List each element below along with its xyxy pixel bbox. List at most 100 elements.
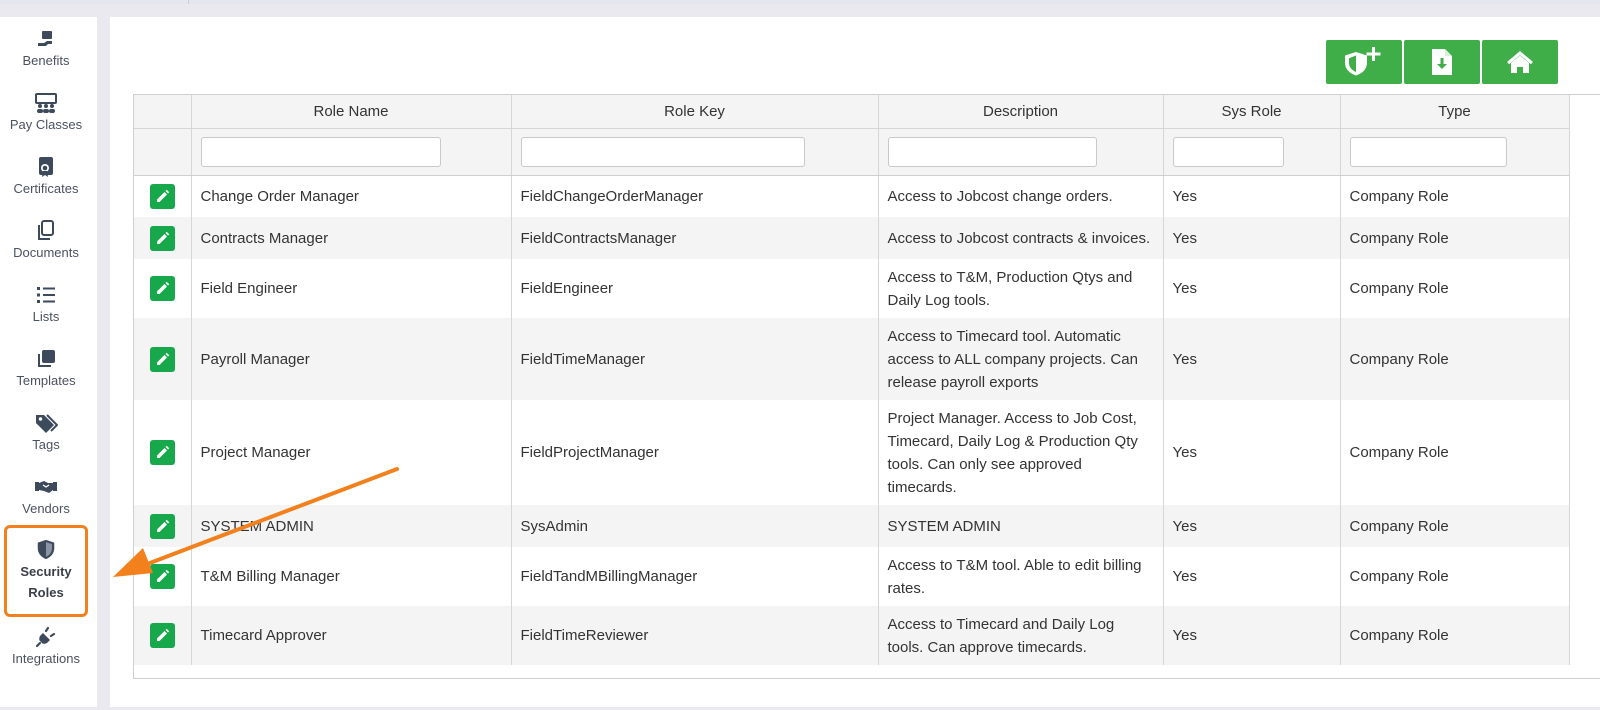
column-header-sys-role[interactable]: Sys Role (1163, 95, 1341, 129)
sidebar-item-lists[interactable]: Lists (0, 283, 92, 343)
table-row: SYSTEM ADMIN SysAdmin SYSTEM ADMIN Yes Compa… (134, 505, 1570, 547)
role-key-cell: FieldTandMBillingManager (511, 547, 879, 606)
filter-cell-empty (134, 128, 192, 176)
description-cell: Access to Jobcost contracts & invoices. (878, 217, 1164, 259)
edit-role-button[interactable] (149, 513, 175, 539)
edit-role-button[interactable] (149, 564, 175, 589)
table-row: Payroll Manager FieldTimeManager Access to… (134, 318, 1570, 400)
edit-role-button[interactable] (149, 276, 175, 301)
sidebar-item-label: Lists (32, 309, 60, 324)
role-name-cell: Timecard Approver (191, 606, 512, 665)
table-row: Project Manager FieldProjectManager Projec… (134, 400, 1570, 505)
description-cell: Access to Jobcost change orders. (878, 175, 1164, 217)
sidebar-item-label: Pay Classes (9, 117, 83, 132)
filter-cell (511, 128, 879, 176)
role-key-cell: FieldContractsManager (511, 217, 879, 259)
description-cell: Access to T&M, Production Qtys and Daily… (878, 259, 1164, 318)
role-key-cell: FieldTimeManager (511, 318, 879, 400)
role-key-cell: FieldEngineer (511, 259, 879, 318)
type-cell: Company Role (1340, 547, 1570, 606)
sys-role-filter-input[interactable] (1172, 136, 1284, 167)
type-cell: Company Role (1340, 400, 1570, 505)
edit-cell (134, 400, 192, 505)
table-row: Contracts Manager FieldContractsManager Ac… (134, 217, 1570, 259)
type-cell: Company Role (1340, 606, 1570, 665)
sidebar-item-templates[interactable]: Templates (0, 347, 92, 407)
type-cell: Company Role (1340, 175, 1570, 217)
templates-icon (38, 350, 55, 367)
sidebar-item-label: Benefits (22, 53, 70, 68)
table-row: Timecard Approver FieldTimeReviewer Access… (134, 606, 1570, 665)
column-header-type[interactable]: Type (1340, 95, 1570, 129)
sidebar-item-pay-classes[interactable]: Pay Classes (0, 91, 92, 151)
role-name-filter-input[interactable] (200, 136, 441, 167)
header-row: Role Name Role Key Description Sys Role … (134, 95, 1570, 129)
role-key-filter-input[interactable] (520, 136, 805, 167)
tags-icon (36, 414, 58, 433)
sys-role-cell: Yes (1163, 505, 1341, 547)
role-name-cell: Payroll Manager (191, 318, 512, 400)
sidebar-item-label: Documents (13, 245, 79, 260)
documents-icon (38, 220, 54, 240)
description-cell: Access to Timecard and Daily Log tools. … (878, 606, 1164, 665)
sidebar-item-label: Integrations (12, 651, 80, 666)
edit-role-button[interactable] (149, 183, 175, 209)
table-row: T&M Billing Manager FieldTandMBillingMana… (134, 547, 1570, 606)
roles-table: Role Name Role Key Description Sys Role … (134, 95, 1570, 665)
edit-cell (134, 505, 192, 547)
filter-cell (191, 128, 512, 176)
edit-role-button[interactable] (149, 346, 175, 372)
type-filter-input[interactable] (1349, 136, 1507, 167)
role-name-cell: Change Order Manager (191, 175, 512, 217)
edit-cell (134, 175, 192, 217)
role-name-cell: Contracts Manager (191, 217, 512, 259)
role-key-cell: FieldProjectManager (511, 400, 879, 505)
sidebar-item-integrations[interactable]: Integrations (0, 625, 92, 685)
edit-role-button[interactable] (149, 440, 175, 465)
sidebar-item-label: Security (20, 564, 72, 579)
sidebar-item-tags[interactable]: Tags (0, 411, 92, 471)
sys-role-cell: Yes (1163, 175, 1341, 217)
edit-cell (134, 259, 192, 318)
sidebar-item-documents[interactable]: Documents (0, 219, 92, 279)
sidebar-item-label: Vendors (22, 501, 70, 516)
sys-role-cell: Yes (1163, 400, 1341, 505)
role-key-cell: FieldTimeReviewer (511, 606, 879, 665)
home-icon (1507, 51, 1533, 73)
description-cell: Project Manager. Access to Job Cost, Tim… (878, 400, 1164, 505)
sys-role-cell: Yes (1163, 547, 1341, 606)
top-bar-divider (188, 0, 189, 4)
edit-role-button[interactable] (149, 225, 175, 251)
home-button[interactable] (1482, 40, 1558, 84)
filter-row (134, 128, 1570, 176)
description-filter-input[interactable] (887, 136, 1097, 167)
sidebar-item-certificates[interactable]: Certificates (0, 155, 92, 215)
column-header-role-name[interactable]: Role Name (191, 95, 512, 129)
plug-icon (35, 626, 56, 648)
export-button[interactable] (1404, 40, 1480, 84)
column-header-description[interactable]: Description (878, 95, 1164, 129)
edit-cell (134, 606, 192, 665)
sys-role-cell: Yes (1163, 318, 1341, 400)
edit-cell (134, 547, 192, 606)
filter-cell (878, 128, 1164, 176)
type-cell: Company Role (1340, 505, 1570, 547)
description-cell: Access to T&M tool. Able to edit billing… (878, 547, 1164, 606)
type-cell: Company Role (1340, 318, 1570, 400)
column-header-role-key[interactable]: Role Key (511, 95, 879, 129)
role-name-cell: Project Manager (191, 400, 512, 505)
add-role-shield-icon (1345, 47, 1381, 76)
sidebar-item-label: Roles (28, 585, 64, 600)
sidebar-item-security-roles[interactable]: Security Roles (4, 525, 88, 617)
description-cell: SYSTEM ADMIN (878, 505, 1164, 547)
sys-role-cell: Yes (1163, 217, 1341, 259)
description-cell: Access to Timecard tool. Automatic acces… (878, 318, 1164, 400)
edit-role-button[interactable] (149, 623, 175, 648)
role-name-cell: Field Engineer (191, 259, 512, 318)
table-row: Field Engineer FieldEngineer Access to T&M… (134, 259, 1570, 318)
certificate-icon (39, 157, 53, 177)
sidebar-item-benefits[interactable]: Benefits (0, 27, 92, 87)
filter-cell (1163, 128, 1341, 176)
sidebar-item-label: Certificates (13, 181, 79, 196)
add-security-role-button[interactable] (1326, 40, 1402, 84)
